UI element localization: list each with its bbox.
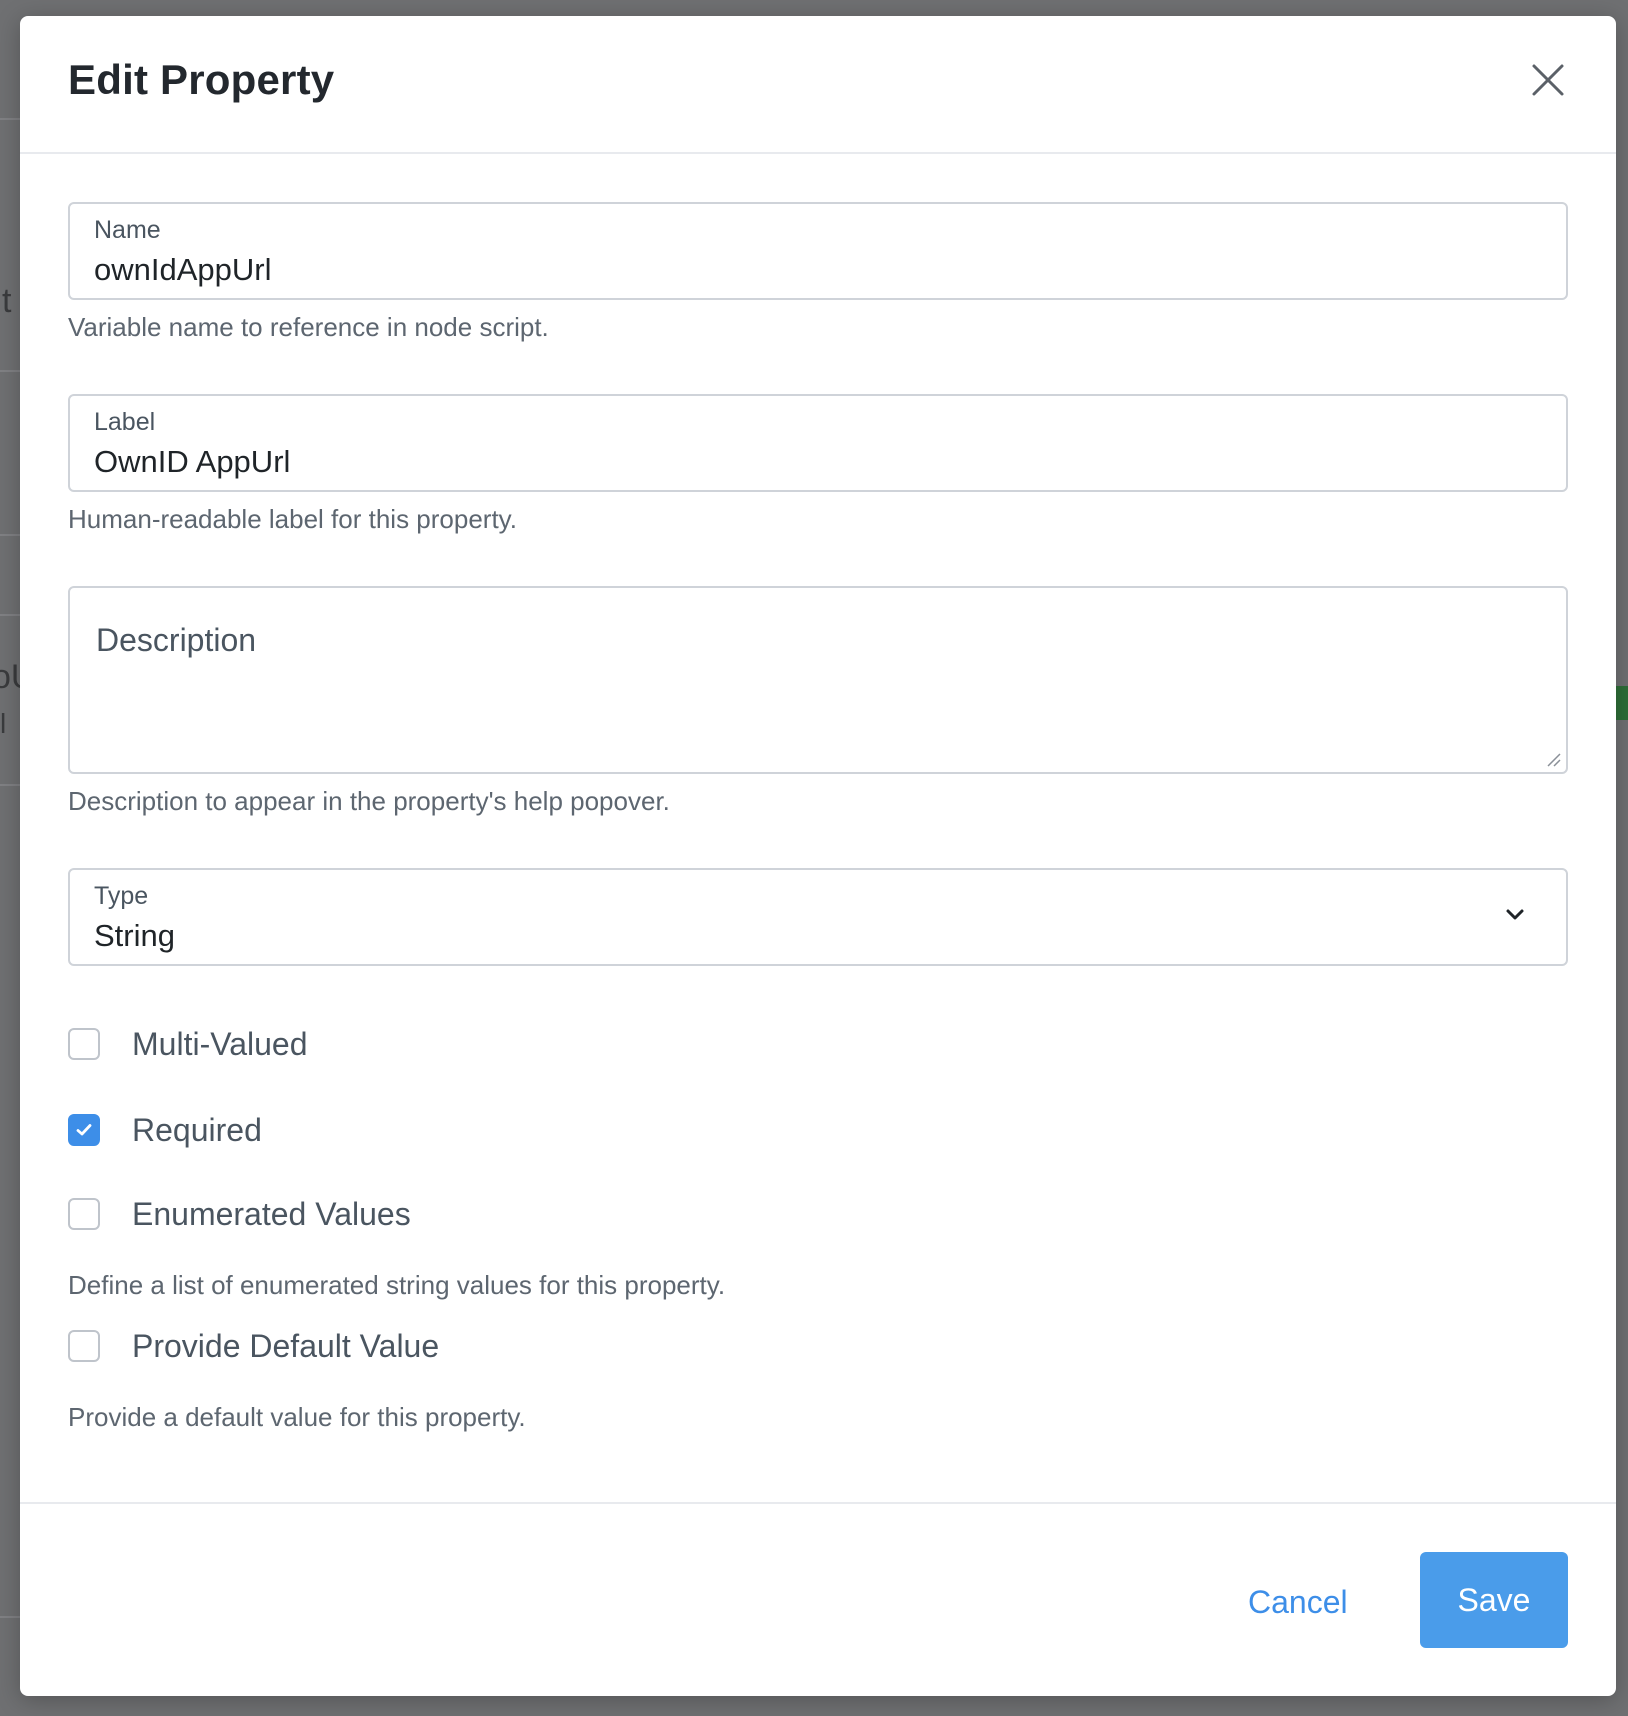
close-button[interactable]: [1528, 60, 1568, 100]
name-helper-text: Variable name to reference in node scrip…: [68, 312, 549, 342]
type-select[interactable]: Type String: [68, 868, 1568, 966]
multi-valued-checkbox[interactable]: [68, 1028, 100, 1060]
background-text-fragment: l: [0, 708, 7, 739]
background-divider: [0, 784, 22, 786]
checkmark-icon: [76, 1124, 92, 1136]
background-divider: [0, 534, 22, 536]
resize-handle-icon[interactable]: [1546, 752, 1562, 768]
required-checkbox[interactable]: [68, 1114, 100, 1146]
multi-valued-label[interactable]: Multi-Valued: [132, 1026, 307, 1063]
edit-property-modal: Edit Property Name ownIdAppUrl Variable …: [20, 16, 1616, 1696]
type-select-value: String: [94, 918, 175, 953]
cancel-button[interactable]: Cancel: [1248, 1584, 1348, 1621]
required-option[interactable]: Required: [68, 1112, 262, 1148]
chevron-down-icon: [1506, 909, 1524, 920]
provide-default-value-label[interactable]: Provide Default Value: [132, 1328, 439, 1365]
background-divider: [0, 118, 22, 120]
type-select-label: Type: [94, 882, 149, 910]
modal-title: Edit Property: [68, 56, 335, 103]
label-field[interactable]: Label OwnID AppUrl: [68, 394, 1568, 492]
description-textarea[interactable]: Description: [68, 586, 1568, 774]
enumerated-values-label[interactable]: Enumerated Values: [132, 1196, 411, 1233]
background-divider: [0, 370, 22, 372]
background-divider: [0, 1616, 22, 1618]
modal-header: Edit Property: [20, 16, 1616, 154]
required-label[interactable]: Required: [132, 1112, 262, 1149]
background-text-fragment: t: [2, 282, 12, 320]
enumerated-values-option[interactable]: Enumerated Values: [68, 1196, 411, 1232]
modal-footer: Cancel Save: [20, 1502, 1616, 1696]
description-helper-text: Description to appear in the property's …: [68, 786, 670, 816]
enumerated-values-helper-text: Define a list of enumerated string value…: [68, 1270, 726, 1300]
description-placeholder: Description: [96, 622, 257, 658]
name-field[interactable]: Name ownIdAppUrl: [68, 202, 1568, 300]
label-field-label: Label: [94, 408, 156, 436]
multi-valued-option[interactable]: Multi-Valued: [68, 1026, 307, 1062]
close-icon: [1532, 64, 1564, 96]
provide-default-value-checkbox[interactable]: [68, 1330, 100, 1362]
name-field-label: Name: [94, 216, 161, 244]
label-helper-text: Human-readable label for this property.: [68, 504, 517, 534]
save-button[interactable]: Save: [1420, 1552, 1568, 1648]
provide-default-value-helper-text: Provide a default value for this propert…: [68, 1402, 526, 1432]
background-divider: [0, 614, 22, 616]
name-field-value[interactable]: ownIdAppUrl: [94, 252, 271, 288]
enumerated-values-checkbox[interactable]: [68, 1198, 100, 1230]
label-field-value[interactable]: OwnID AppUrl: [94, 444, 290, 480]
provide-default-value-option[interactable]: Provide Default Value: [68, 1328, 439, 1364]
